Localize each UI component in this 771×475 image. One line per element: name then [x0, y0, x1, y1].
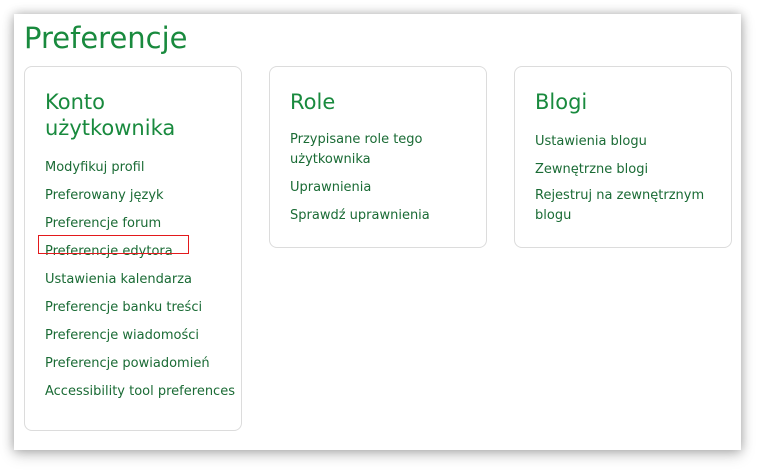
- link-permissions[interactable]: Uprawnienia: [290, 178, 371, 198]
- link-message-preferences[interactable]: Preferencje wiadomości: [45, 326, 199, 346]
- highlight-box: [38, 235, 189, 254]
- section-blogs: Blogi Ustawienia blogu Zewnętrzne blogi …: [514, 66, 732, 248]
- user-account-links: Modyfikuj profil Preferowany język Prefe…: [45, 156, 235, 408]
- section-heading-user-account: Konto użytkownika: [45, 90, 176, 140]
- link-accessibility-tool-preferences[interactable]: Accessibility tool preferences: [45, 382, 235, 402]
- link-check-permissions[interactable]: Sprawdź uprawnienia: [290, 206, 430, 226]
- section-user-account: Konto użytkownika Modyfikuj profil Prefe…: [24, 66, 242, 431]
- link-edit-profile[interactable]: Modyfikuj profil: [45, 158, 144, 178]
- link-calendar-settings[interactable]: Ustawienia kalendarza: [45, 270, 192, 290]
- link-notification-preferences[interactable]: Preferencje powiadomień: [45, 354, 210, 374]
- link-register-external-blog[interactable]: Rejestruj na zewnętrznym blogu: [535, 186, 725, 226]
- section-roles: Role Przypisane role tego użytkownika Up…: [269, 66, 487, 248]
- section-heading-blogs: Blogi: [535, 90, 588, 114]
- link-preferred-language[interactable]: Preferowany język: [45, 186, 164, 206]
- roles-links: Przypisane role tego użytkownika Uprawni…: [290, 130, 480, 232]
- link-content-bank-preferences[interactable]: Preferencje banku treści: [45, 298, 202, 318]
- page-title: Preferencje: [24, 21, 188, 55]
- link-external-blogs[interactable]: Zewnętrzne blogi: [535, 160, 648, 180]
- link-assigned-roles[interactable]: Przypisane role tego użytkownika: [290, 130, 480, 170]
- link-forum-preferences[interactable]: Preferencje forum: [45, 214, 161, 234]
- blogs-links: Ustawienia blogu Zewnętrzne blogi Rejest…: [535, 130, 725, 232]
- preferences-page: Preferencje Konto użytkownika Modyfikuj …: [14, 14, 741, 450]
- link-blog-settings[interactable]: Ustawienia blogu: [535, 132, 647, 152]
- section-heading-roles: Role: [290, 90, 336, 114]
